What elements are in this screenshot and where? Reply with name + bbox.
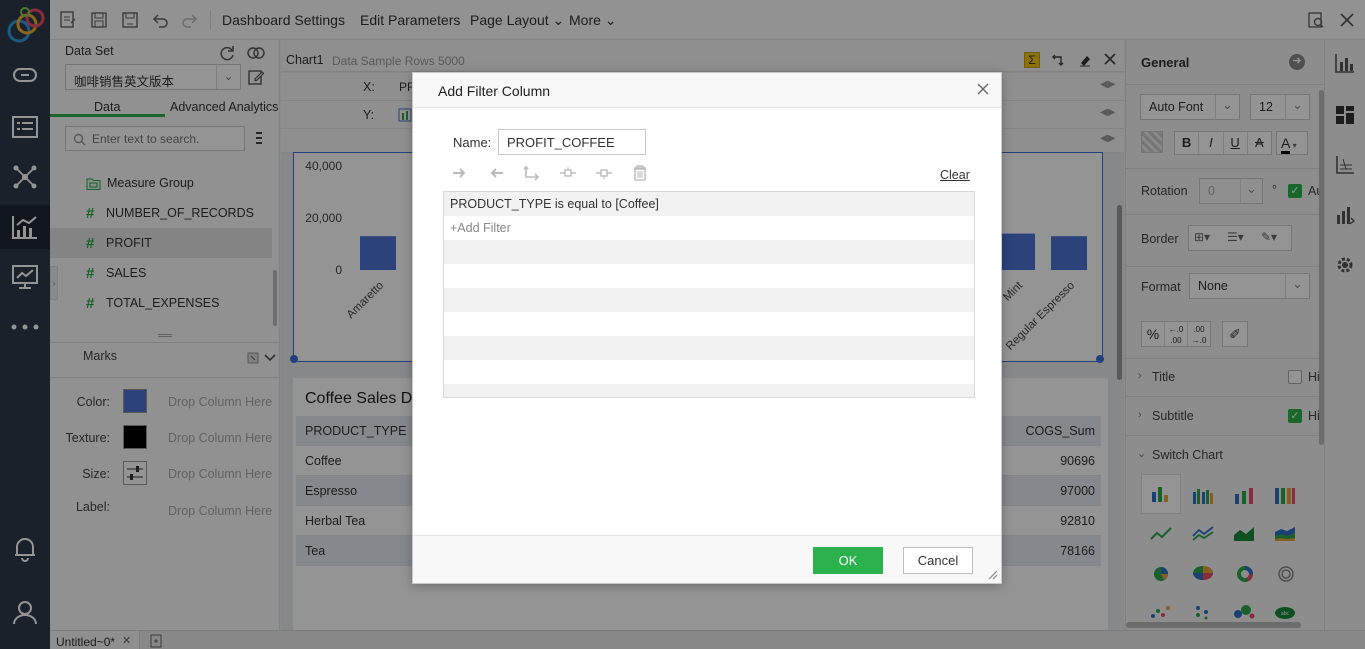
- indent-right-icon[interactable]: [451, 165, 469, 181]
- name-label: Name:: [453, 135, 492, 150]
- empty-row: [444, 264, 974, 288]
- empty-row: [444, 312, 974, 336]
- group-icon[interactable]: [523, 165, 541, 181]
- filter-condition-text: PRODUCT_TYPE is equal to [Coffee]: [450, 197, 659, 211]
- clear-link[interactable]: Clear: [940, 168, 970, 182]
- delete-icon[interactable]: [631, 165, 649, 181]
- dialog-footer: OK Cancel: [413, 535, 1001, 583]
- insert-after-icon[interactable]: [595, 165, 613, 181]
- resize-grip-icon[interactable]: [986, 568, 998, 580]
- ok-button[interactable]: OK: [813, 547, 883, 574]
- indent-left-icon[interactable]: [487, 165, 505, 181]
- dialog-title: Add Filter Column: [438, 83, 551, 99]
- empty-row: [444, 384, 974, 397]
- filter-condition-row[interactable]: PRODUCT_TYPE is equal to [Coffee]: [444, 192, 974, 216]
- close-icon[interactable]: [975, 81, 991, 97]
- empty-row: [444, 360, 974, 384]
- empty-row: [444, 240, 974, 264]
- cancel-button[interactable]: Cancel: [903, 547, 973, 574]
- insert-before-icon[interactable]: [559, 165, 577, 181]
- filter-name-input[interactable]: [498, 129, 646, 155]
- empty-row: [444, 288, 974, 312]
- empty-row: [444, 336, 974, 360]
- filter-list: PRODUCT_TYPE is equal to [Coffee] +Add F…: [443, 191, 975, 398]
- add-filter-link[interactable]: +Add Filter: [450, 221, 511, 235]
- add-filter-row[interactable]: +Add Filter: [444, 216, 974, 240]
- add-filter-dialog: Add Filter Column Name: Clear PRODUCT_TY…: [412, 72, 1002, 584]
- dialog-header: Add Filter Column: [413, 73, 1001, 108]
